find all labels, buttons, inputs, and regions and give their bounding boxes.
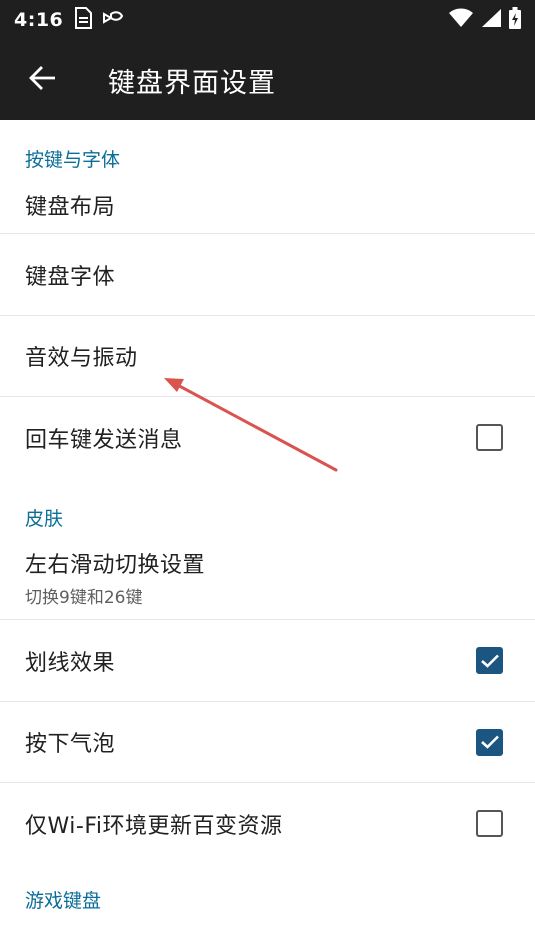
setting-title: 音效与振动 — [25, 346, 138, 371]
app-bar: 键盘界面设置 — [0, 40, 535, 120]
checkmark-icon — [480, 735, 499, 749]
setting-item-enter-send-message[interactable]: 回车键发送消息 — [0, 397, 535, 478]
setting-item-key-press-bubble[interactable]: 按下气泡 — [0, 702, 535, 783]
arrow-left-icon — [29, 66, 56, 94]
line-effect-checkbox[interactable] — [476, 647, 503, 674]
battery-charging-icon — [509, 7, 521, 33]
setting-item-keyboard-layout[interactable]: 键盘布局 — [0, 177, 535, 234]
setting-item-wifi-only-update[interactable]: 仅Wi-Fi环境更新百变资源 — [0, 783, 535, 864]
page-title: 键盘界面设置 — [108, 67, 276, 99]
signal-icon — [481, 8, 501, 32]
setting-title: 左右滑动切换设置 — [25, 553, 206, 578]
key-press-bubble-checkbox[interactable] — [476, 728, 503, 756]
category-header-game-keyboard: 游戏键盘 — [25, 889, 102, 912]
cast-icon — [101, 8, 125, 32]
checkmark-icon — [480, 654, 499, 668]
setting-item-keyboard-font[interactable]: 键盘字体 — [0, 234, 535, 316]
setting-title: 键盘布局 — [25, 195, 116, 220]
wifi-only-update-checkbox[interactable] — [476, 810, 503, 837]
setting-title: 仅Wi-Fi环境更新百变资源 — [25, 813, 283, 839]
back-button[interactable] — [0, 40, 84, 120]
status-time: 4:16 — [14, 9, 64, 31]
setting-item-swipe-switch[interactable]: 左右滑动切换设置 切换9键和26键 — [0, 536, 535, 620]
setting-title: 按下气泡 — [25, 732, 116, 757]
wifi-icon — [449, 8, 473, 32]
setting-title: 回车键发送消息 — [25, 427, 183, 453]
setting-item-line-effect[interactable]: 划线效果 — [0, 620, 535, 702]
enter-send-checkbox[interactable] — [476, 424, 503, 451]
setting-title: 键盘字体 — [25, 264, 116, 290]
settings-list[interactable]: 按键与字体 键盘布局 键盘字体 音效与振动 回车键发送消息 皮肤 左右滑动切换设… — [0, 120, 535, 951]
setting-title: 划线效果 — [25, 650, 116, 676]
setting-item-sound-vibration[interactable]: 音效与振动 — [0, 316, 535, 397]
document-icon — [73, 7, 93, 33]
status-bar: 4:16 — [0, 0, 535, 40]
setting-summary: 切换9键和26键 — [25, 588, 143, 608]
